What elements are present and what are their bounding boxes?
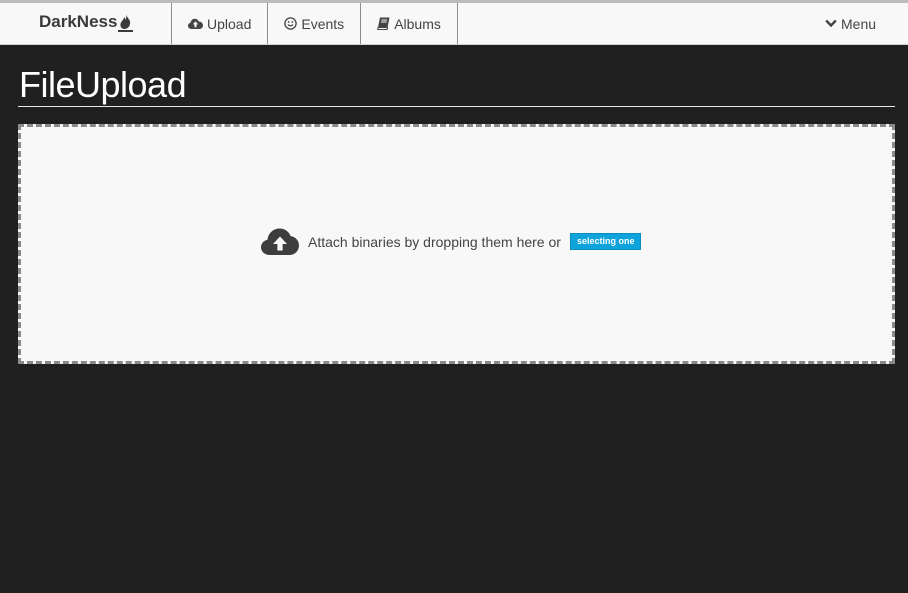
nav-item-events[interactable]: Events xyxy=(268,3,362,44)
smiley-icon xyxy=(284,17,298,30)
menu-button[interactable]: Menu xyxy=(825,3,876,44)
top-navbar: DarkNess Upload Events Albums Menu xyxy=(0,0,908,45)
title-divider xyxy=(18,106,895,107)
nav-item-albums[interactable]: Albums xyxy=(361,3,458,44)
book-icon xyxy=(377,17,390,30)
dropzone-text: Attach binaries by dropping them here or xyxy=(308,233,561,250)
flame-icon xyxy=(118,13,134,32)
nav-item-label: Upload xyxy=(207,15,252,32)
select-file-button[interactable]: selecting one xyxy=(569,233,642,250)
cloud-upload-icon xyxy=(261,228,299,255)
dropzone-message: Attach binaries by dropping them here or… xyxy=(261,228,642,255)
page-title: FileUpload xyxy=(19,64,187,105)
main-nav: Upload Events Albums xyxy=(171,3,458,44)
nav-item-upload[interactable]: Upload xyxy=(172,3,269,44)
nav-item-label: Albums xyxy=(394,15,441,32)
menu-label: Menu xyxy=(841,15,877,32)
cloud-upload-icon xyxy=(188,18,203,29)
file-dropzone[interactable]: Attach binaries by dropping them here or… xyxy=(18,124,895,364)
nav-item-label: Events xyxy=(301,15,345,32)
chevron-down-icon xyxy=(825,19,837,28)
brand-logo[interactable]: DarkNess xyxy=(39,12,134,32)
brand-name: DarkNess xyxy=(39,12,118,31)
